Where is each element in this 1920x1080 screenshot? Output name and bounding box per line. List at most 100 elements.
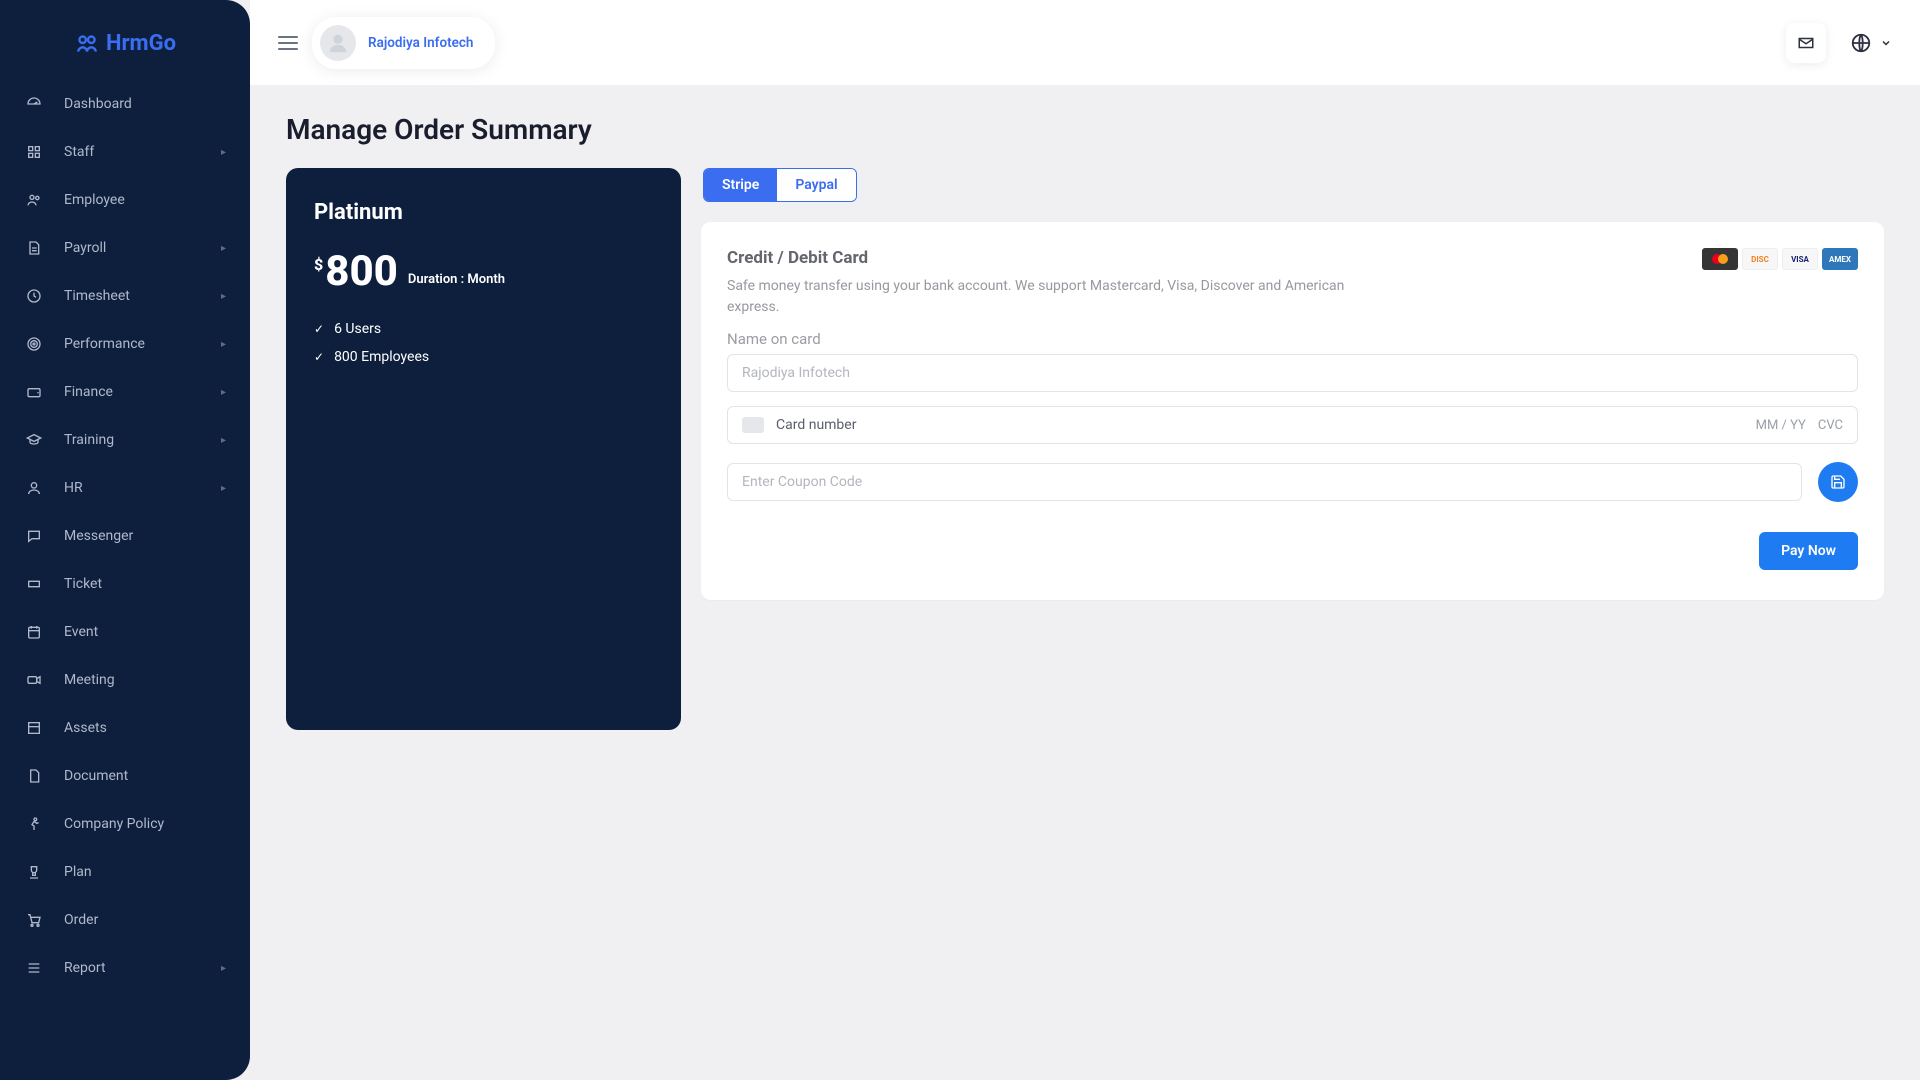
target-icon — [24, 334, 44, 354]
globe-icon — [1850, 32, 1872, 54]
sidebar-item-label: Payroll — [64, 240, 106, 256]
nav-list: DashboardStaff▸EmployeePayroll▸Timesheet… — [0, 80, 250, 1080]
users-icon — [24, 190, 44, 210]
user-name: Rajodiya Infotech — [368, 35, 473, 51]
sidebar-item-timesheet[interactable]: Timesheet ▸ — [0, 272, 250, 320]
main-area: Rajodiya Infotech Manage Order Summary P… — [250, 0, 1920, 1080]
grad-cap-icon — [24, 430, 44, 450]
sidebar-item-label: Employee — [64, 192, 125, 208]
language-dropdown[interactable] — [1850, 32, 1892, 54]
logo-icon — [74, 30, 100, 56]
sidebar-item-finance[interactable]: Finance ▸ — [0, 368, 250, 416]
sidebar-item-label: Company Policy — [64, 816, 164, 832]
sidebar-item-label: Dashboard — [64, 96, 132, 112]
cart-icon — [24, 910, 44, 930]
sidebar-item-meeting[interactable]: Meeting — [0, 656, 250, 704]
sidebar-item-event[interactable]: Event — [0, 608, 250, 656]
sidebar-item-company-policy[interactable]: Company Policy — [0, 800, 250, 848]
payment-tabs: Stripe Paypal — [703, 168, 857, 202]
chevron-right-icon: ▸ — [221, 339, 226, 350]
chevron-down-icon — [1880, 37, 1892, 49]
doc-icon — [24, 766, 44, 786]
content: Manage Order Summary Platinum $800 Durat… — [250, 85, 1920, 1080]
grid-icon — [24, 142, 44, 162]
sidebar-item-label: Finance — [64, 384, 113, 400]
user-icon — [24, 478, 44, 498]
brand-name: HrmGo — [106, 31, 176, 56]
sidebar-item-label: Order — [64, 912, 98, 928]
gauge-icon — [24, 94, 44, 114]
name-on-card-input[interactable] — [727, 354, 1858, 392]
sidebar-item-label: Staff — [64, 144, 94, 160]
box-icon — [24, 718, 44, 738]
plan-price: $800 — [314, 251, 398, 293]
menu-toggle-button[interactable] — [278, 33, 298, 53]
plan-price-value: 800 — [325, 247, 398, 296]
chevron-right-icon: ▸ — [221, 963, 226, 974]
chevron-right-icon: ▸ — [221, 243, 226, 254]
mail-icon — [1797, 34, 1815, 52]
video-icon — [24, 670, 44, 690]
sidebar-item-label: Ticket — [64, 576, 102, 592]
run-icon — [24, 814, 44, 834]
brand-discover-icon: DISC — [1742, 248, 1778, 270]
sidebar-item-training[interactable]: Training▸ — [0, 416, 250, 464]
sidebar-item-staff[interactable]: Staff▸ — [0, 128, 250, 176]
sidebar-item-payroll[interactable]: Payroll ▸ — [0, 224, 250, 272]
chevron-right-icon: ▸ — [221, 291, 226, 302]
tab-stripe[interactable]: Stripe — [704, 169, 777, 201]
sidebar-item-hr[interactable]: HR ▸ — [0, 464, 250, 512]
plan-feature: 6 Users — [314, 315, 653, 343]
sidebar-item-assets[interactable]: Assets — [0, 704, 250, 752]
sidebar-item-performance[interactable]: Performance▸ — [0, 320, 250, 368]
sidebar-item-report[interactable]: Report▸ — [0, 944, 250, 992]
file-icon — [24, 238, 44, 258]
page-title: Manage Order Summary — [286, 113, 1884, 146]
sidebar-item-plan[interactable]: Plan — [0, 848, 250, 896]
sidebar-item-employee[interactable]: Employee — [0, 176, 250, 224]
sidebar-item-label: HR — [64, 480, 83, 496]
chat-icon — [24, 526, 44, 546]
plan-name: Platinum — [314, 200, 653, 225]
plan-currency: $ — [314, 255, 323, 274]
mail-button[interactable] — [1786, 23, 1826, 63]
clock-icon — [24, 286, 44, 306]
sidebar: HrmGo DashboardStaff▸EmployeePayroll▸Tim… — [0, 0, 250, 1080]
chevron-right-icon: ▸ — [221, 483, 226, 494]
sidebar-item-document[interactable]: Document — [0, 752, 250, 800]
sidebar-item-label: Plan — [64, 864, 92, 880]
plan-feature: 800 Employees — [314, 343, 653, 371]
card-brands: DISC VISA AMEX — [1702, 248, 1858, 270]
user-menu[interactable]: Rajodiya Infotech — [312, 17, 495, 69]
card-element[interactable]: Card number MM / YY CVC — [727, 406, 1858, 444]
sidebar-item-label: Meeting — [64, 672, 115, 688]
name-on-card-label: Name on card — [727, 330, 1858, 348]
topbar: Rajodiya Infotech — [250, 0, 1920, 85]
brand-visa-icon: VISA — [1782, 248, 1818, 270]
coupon-input[interactable] — [727, 463, 1802, 501]
list-icon — [24, 958, 44, 978]
wallet-icon — [24, 382, 44, 402]
pay-now-button[interactable]: Pay Now — [1759, 532, 1858, 570]
brand-amex-icon: AMEX — [1822, 248, 1858, 270]
sidebar-item-ticket[interactable]: Ticket — [0, 560, 250, 608]
sidebar-item-label: Messenger — [64, 528, 133, 544]
sidebar-item-messenger[interactable]: Messenger — [0, 512, 250, 560]
sidebar-item-label: Event — [64, 624, 98, 640]
avatar — [320, 25, 356, 61]
save-icon — [1830, 474, 1846, 490]
plan-duration: Duration : Month — [408, 272, 505, 293]
trophy-icon — [24, 862, 44, 882]
sidebar-item-label: Timesheet — [64, 288, 130, 304]
brand-logo[interactable]: HrmGo — [0, 20, 250, 80]
apply-coupon-button[interactable] — [1818, 462, 1858, 502]
card-expiry-placeholder: MM / YY — [1756, 418, 1806, 433]
payment-description: Safe money transfer using your bank acco… — [727, 276, 1367, 318]
card-number-placeholder: Card number — [776, 417, 1744, 433]
tab-paypal[interactable]: Paypal — [777, 169, 855, 201]
sidebar-item-dashboard[interactable]: Dashboard — [0, 80, 250, 128]
plan-features: 6 Users800 Employees — [314, 315, 653, 371]
plan-card: Platinum $800 Duration : Month 6 Users80… — [286, 168, 681, 730]
sidebar-item-order[interactable]: Order — [0, 896, 250, 944]
chevron-right-icon: ▸ — [221, 387, 226, 398]
